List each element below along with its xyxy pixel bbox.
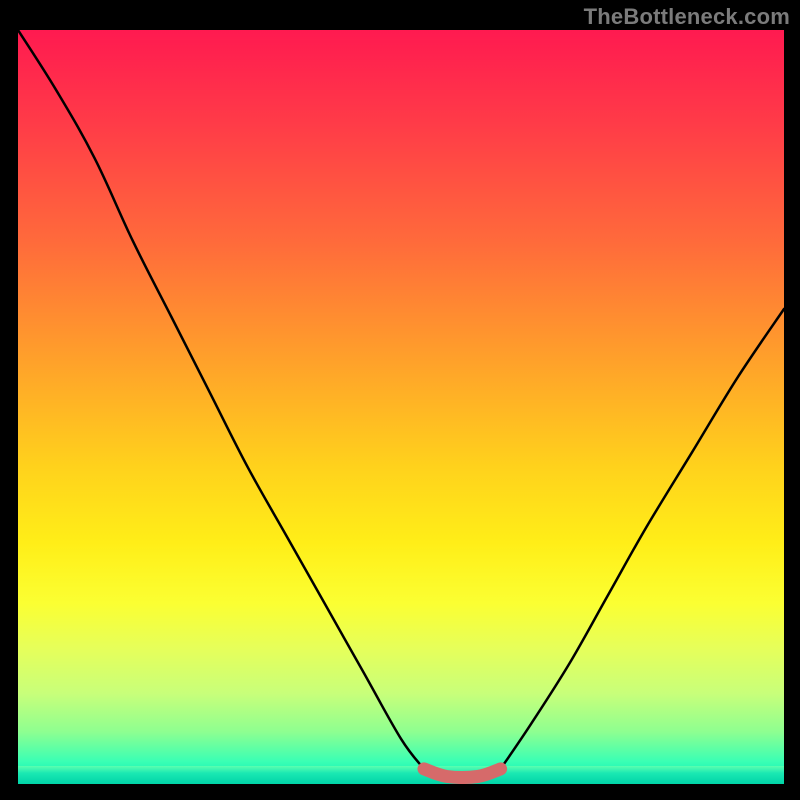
curve-flat-valley	[424, 769, 501, 778]
plot-area	[18, 30, 784, 784]
curve-right-branch	[501, 309, 784, 769]
chart-frame: TheBottleneck.com	[0, 0, 800, 800]
curve-layer	[18, 30, 784, 784]
watermark-text: TheBottleneck.com	[584, 4, 790, 30]
curve-left-branch	[18, 30, 424, 769]
